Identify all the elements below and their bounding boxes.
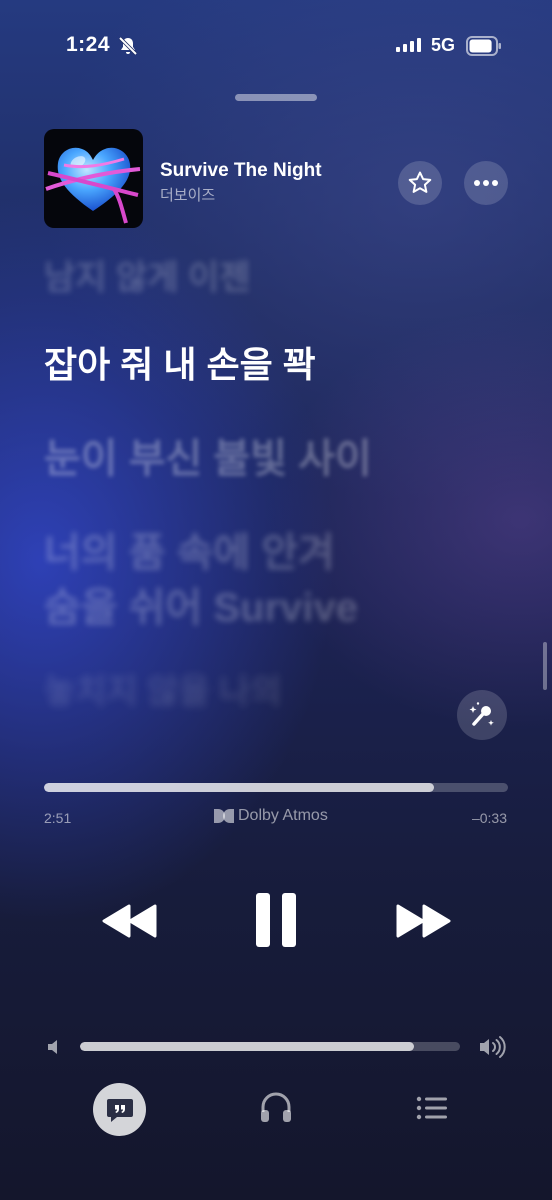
bell-slash-icon: [118, 36, 138, 56]
microphone-sparkles-icon: [469, 702, 494, 726]
lyric-line-next[interactable]: 눈이 부신 불빛 사이: [44, 426, 372, 484]
battery-icon: [466, 36, 501, 56]
pause-icon: [256, 893, 296, 947]
headphones-icon[interactable]: [258, 1090, 294, 1126]
lyric-line-previous[interactable]: 남지 않게 이젠: [44, 250, 251, 299]
favorite-button[interactable]: [398, 161, 442, 205]
cellular-signal-icon: [396, 38, 421, 52]
album-artwork[interactable]: [44, 129, 143, 228]
dolby-icon: [214, 809, 234, 823]
ellipsis-icon: [474, 180, 498, 186]
lyrics-button[interactable]: [93, 1083, 146, 1136]
dolby-atmos-badge: Dolby Atmos: [214, 807, 328, 825]
network-type: 5G: [431, 35, 456, 55]
track-title[interactable]: Survive The Night: [160, 160, 322, 182]
list-icon[interactable]: [416, 1094, 448, 1122]
lyric-line-next[interactable]: 놓치지 않을 나의: [44, 664, 282, 713]
more-button[interactable]: [464, 161, 508, 205]
sing-button[interactable]: [457, 690, 507, 740]
fast-forward-icon: [396, 904, 451, 938]
audio-format-label: Dolby Atmos: [238, 807, 328, 824]
status-bar: 1:24 5G: [0, 0, 552, 92]
status-time: 1:24: [66, 33, 111, 56]
playback-scrubber[interactable]: [44, 783, 508, 792]
track-artist[interactable]: 더보이즈: [160, 184, 215, 205]
pause-button[interactable]: [250, 890, 302, 950]
quote-bubble-icon: [106, 1098, 133, 1122]
star-icon: [408, 171, 432, 193]
remaining-time: –0:33: [471, 810, 507, 826]
forward-button[interactable]: [393, 898, 453, 944]
volume-slider[interactable]: [80, 1042, 460, 1051]
lyric-line-next[interactable]: 숨을 쉬어 Survive: [44, 575, 358, 633]
elapsed-time: 2:51: [44, 810, 72, 826]
rewind-button[interactable]: [100, 898, 160, 944]
lyric-line-next[interactable]: 너의 품 속에 안겨: [44, 520, 335, 578]
heart-artwork-icon: [45, 147, 141, 224]
volume-low-icon: [48, 1040, 57, 1054]
volume-level-fill: [80, 1042, 415, 1051]
lyrics-scroll-indicator[interactable]: [543, 642, 547, 690]
playback-progress-fill: [44, 783, 434, 792]
lyric-line-current[interactable]: 잡아 줘 내 손을 꽉: [44, 336, 316, 388]
rewind-icon: [102, 904, 157, 938]
sheet-grabber[interactable]: [235, 94, 317, 101]
volume-high-icon: [480, 1036, 506, 1058]
